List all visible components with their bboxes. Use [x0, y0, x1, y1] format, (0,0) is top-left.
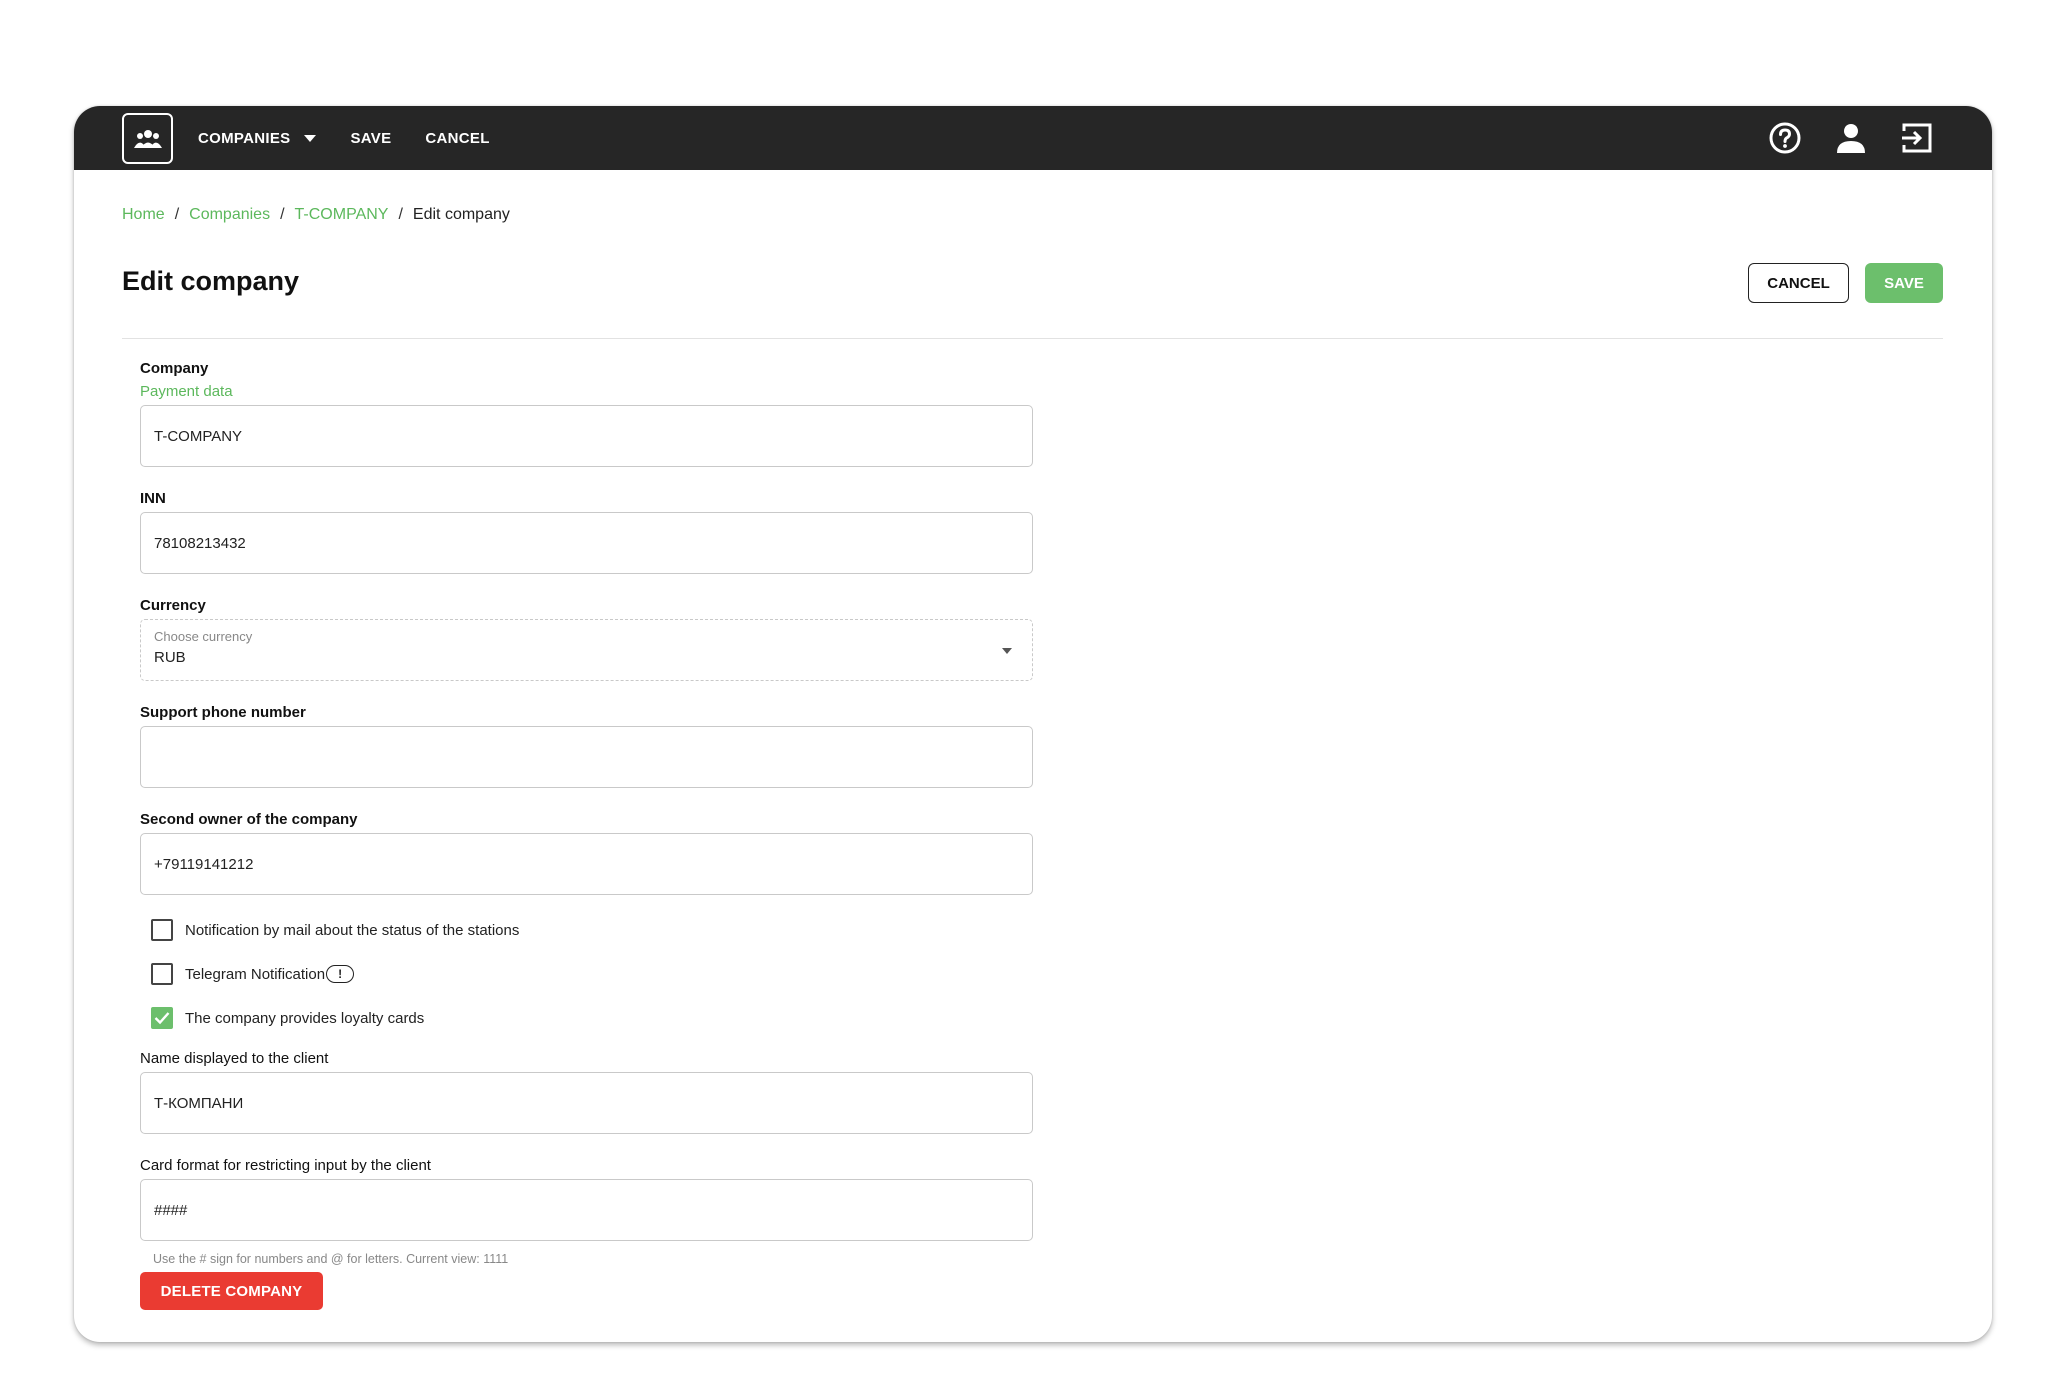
breadcrumb-separator: /: [174, 206, 180, 223]
telegram-notification-row: Telegram Notification !: [151, 963, 355, 985]
breadcrumb-separator: /: [280, 206, 285, 223]
mail-notification-checkbox[interactable]: [151, 919, 173, 941]
currency-select[interactable]: Choose currency RUB: [140, 619, 1033, 681]
delete-company-button[interactable]: DELETE COMPANY: [140, 1272, 323, 1310]
team-icon[interactable]: [122, 113, 173, 164]
card-format-input[interactable]: [140, 1179, 1033, 1241]
card-format-hint: Use the # sign for numbers and @ for let…: [153, 1252, 509, 1266]
payment-data-link[interactable]: Payment data: [140, 383, 233, 400]
breadcrumb-companies-link[interactable]: Companies: [189, 206, 270, 224]
header-divider: [122, 338, 1943, 339]
nav-companies-label: COMPANIES: [198, 129, 291, 147]
page-title: Edit company: [122, 266, 300, 296]
currency-placeholder: Choose currency: [154, 629, 253, 644]
support-phone-label: Support phone number: [140, 704, 306, 721]
breadcrumb: Home / Companies / T-COMPANY / Edit comp…: [122, 206, 510, 224]
support-phone-input[interactable]: [140, 726, 1033, 788]
cancel-button[interactable]: CANCEL: [1748, 263, 1849, 303]
nav-companies-menu[interactable]: COMPANIES: [198, 129, 317, 147]
mail-notification-row: Notification by mail about the status of…: [151, 919, 519, 941]
top-icons: [1768, 106, 1934, 170]
breadcrumb-company-link[interactable]: T-COMPANY: [295, 206, 389, 224]
card-format-label: Card format for restricting input by the…: [140, 1157, 431, 1174]
second-owner-input[interactable]: [140, 833, 1033, 895]
breadcrumb-separator: /: [398, 206, 403, 223]
save-button[interactable]: SAVE: [1865, 263, 1943, 303]
chevron-down-icon: [1002, 648, 1012, 654]
checkmark-icon: [154, 1012, 170, 1025]
nav-save-button[interactable]: SAVE: [350, 130, 391, 147]
inn-label: INN: [140, 490, 166, 507]
second-owner-label: Second owner of the company: [140, 811, 358, 828]
display-name-input[interactable]: [140, 1072, 1033, 1134]
telegram-notification-label: Telegram Notification: [185, 965, 326, 983]
company-label: Company: [140, 360, 209, 377]
mail-notification-label: Notification by mail about the status of…: [185, 921, 520, 939]
logout-icon[interactable]: [1900, 121, 1934, 155]
user-icon[interactable]: [1834, 121, 1868, 155]
loyalty-cards-row: The company provides loyalty cards: [151, 1007, 424, 1029]
currency-label: Currency: [140, 597, 206, 614]
company-name-input[interactable]: [140, 405, 1033, 467]
help-icon[interactable]: [1768, 121, 1802, 155]
top-navbar: COMPANIES SAVE CANCEL: [74, 106, 1992, 170]
main-card: COMPANIES SAVE CANCEL Home / Companies /…: [74, 106, 1992, 1342]
inn-input[interactable]: [140, 512, 1033, 574]
breadcrumb-current: Edit company: [412, 206, 510, 223]
loyalty-cards-label: The company provides loyalty cards: [185, 1009, 425, 1027]
info-icon[interactable]: !: [326, 965, 355, 983]
nav-cancel-button[interactable]: CANCEL: [425, 130, 489, 147]
top-nav: COMPANIES SAVE CANCEL: [198, 106, 524, 170]
display-name-label: Name displayed to the client: [140, 1050, 329, 1067]
chevron-down-icon: [304, 134, 317, 142]
telegram-notification-checkbox[interactable]: [151, 963, 173, 985]
currency-value: RUB: [154, 649, 186, 666]
loyalty-cards-checkbox[interactable]: [151, 1007, 173, 1029]
breadcrumb-home-link[interactable]: Home: [122, 206, 165, 224]
